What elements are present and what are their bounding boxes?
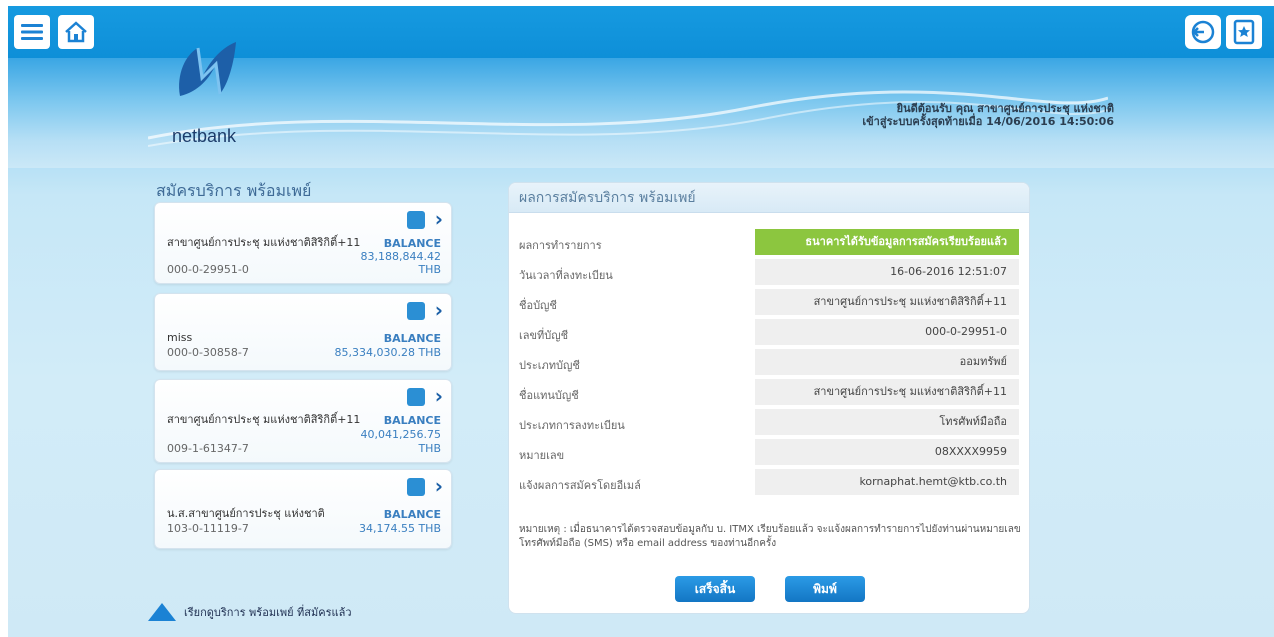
row-label: ชื่อแทนบัญชี [519, 389, 579, 402]
page-title: สมัครบริการ พร้อมเพย์ [156, 181, 312, 200]
bookmark-star-icon [1233, 19, 1255, 45]
favorite-button[interactable] [1226, 15, 1262, 49]
row-label: หมายเลข [519, 449, 565, 462]
result-row: ชื่อแทนบัญชี สาขาศูนย์การประชุ มแห่งชาติ… [519, 379, 1019, 405]
result-panel: ผลการสมัครบริการ พร้อมเพย์ ผลการทำรายการ… [508, 182, 1030, 614]
balance-value: 85,334,030.28 THB [334, 346, 441, 359]
row-value: 16-06-2016 12:51:07 [755, 259, 1019, 285]
ktb-icon [407, 478, 425, 496]
ktb-icon [407, 302, 425, 320]
account-name: miss [167, 331, 193, 344]
netbank-logo [179, 42, 236, 96]
print-button[interactable]: พิมพ์ [785, 576, 865, 602]
logout-icon [1191, 20, 1215, 44]
result-row: ชื่อบัญชี สาขาศูนย์การประชุ มแห่งชาติสิร… [519, 289, 1019, 315]
account-number: 103-0-11119-7 [167, 522, 249, 535]
row-label: แจ้งผลการสมัครโดยอีเมล์ [519, 479, 641, 492]
balance-label: BALANCE [383, 508, 441, 521]
account-card[interactable]: › miss 000-0-30858-7 BALANCE 85,334,030.… [154, 293, 452, 371]
row-label: ผลการทำรายการ [519, 239, 602, 252]
row-value: ออมทรัพย์ [755, 349, 1019, 375]
result-row: ประเภทการลงทะเบียน โทรศัพท์มือถือ [519, 409, 1019, 435]
account-card[interactable]: › สาขาศูนย์การประชุ มแห่งชาติสิริกิติ์+1… [154, 202, 452, 284]
chevron-right-icon: › [434, 298, 443, 322]
ktb-icon [407, 388, 425, 406]
ktb-icon [407, 211, 425, 229]
row-value: โทรศัพท์มือถือ [755, 409, 1019, 435]
row-label: ชื่อบัญชี [519, 299, 557, 312]
result-row: วันเวลาที่ลงทะเบียน 16-06-2016 12:51:07 [519, 259, 1019, 285]
welcome-message: ยินดีต้อนรับ คุณ สาขาศูนย์การประชุ แห่งช… [862, 102, 1114, 128]
panel-title: ผลการสมัครบริการ พร้อมเพย์ [509, 183, 1029, 213]
logout-button[interactable] [1185, 15, 1221, 49]
note-text: หมายเหตุ : เมื่อธนาคารได้ตรวจสอบข้อมูลกั… [519, 524, 1021, 549]
view-registered-link[interactable]: เรียกดูบริการ พร้อมเพย์ ที่สมัครแล้ว [148, 603, 352, 621]
result-row: ผลการทำรายการ ธนาคารได้รับข้อมูลการสมัคร… [519, 229, 1019, 255]
account-number: 000-0-30858-7 [167, 346, 249, 359]
home-button[interactable] [58, 15, 94, 49]
balance-label: BALANCE [383, 237, 441, 250]
row-value: 000-0-29951-0 [755, 319, 1019, 345]
row-label: ประเภทการลงทะเบียน [519, 419, 625, 432]
balance-value: 34,174.55 THB [358, 522, 441, 535]
chevron-right-icon: › [434, 207, 443, 231]
account-number: 009-1-61347-7 [167, 442, 249, 455]
row-value: สาขาศูนย์การประชุ มแห่งชาติสิริกิติ์+11 [755, 379, 1019, 405]
account-card[interactable]: › สาขาศูนย์การประชุ มแห่งชาติสิริกิติ์+1… [154, 379, 452, 463]
result-row: แจ้งผลการสมัครโดยอีเมล์ kornaphat.hemt@k… [519, 469, 1019, 495]
account-name: สาขาศูนย์การประชุ มแห่งชาติสิริกิติ์+11 [167, 236, 361, 249]
chevron-right-icon: › [434, 474, 443, 498]
finish-button[interactable]: เสร็จสิ้น [675, 576, 755, 602]
account-name: น.ส.สาขาศูนย์การประชุ แห่งชาติ [167, 507, 325, 520]
balance-label: BALANCE [383, 414, 441, 427]
row-value: สาขาศูนย์การประชุ มแห่งชาติสิริกิติ์+11 [755, 289, 1019, 315]
chevron-right-icon: › [434, 384, 443, 408]
menu-button[interactable] [14, 15, 50, 49]
view-registered-label: เรียกดูบริการ พร้อมเพย์ ที่สมัครแล้ว [184, 606, 352, 619]
row-label: ประเภทบัญชี [519, 359, 580, 372]
balance-label: BALANCE [383, 332, 441, 345]
balance-currency: THB [418, 263, 441, 276]
logo-text: netbank [172, 126, 237, 146]
account-number: 000-0-29951-0 [167, 263, 249, 276]
row-value: 08XXXX9959 [755, 439, 1019, 465]
row-value: kornaphat.hemt@ktb.co.th [755, 469, 1019, 495]
result-row: หมายเลข 08XXXX9959 [519, 439, 1019, 465]
home-icon [65, 21, 87, 43]
account-name: สาขาศูนย์การประชุ มแห่งชาติสิริกิติ์+11 [167, 413, 361, 426]
balance-value: 40,041,256.75 [360, 428, 441, 441]
row-label: เลขที่บัญชี [519, 329, 569, 342]
status-badge: ธนาคารได้รับข้อมูลการสมัครเรียบร้อยแล้ว [755, 229, 1019, 255]
last-login-line: เข้าสู่ระบบครั้งสุดท้ายเมื่อ 14/06/2016 … [862, 115, 1114, 128]
result-row: ประเภทบัญชี ออมทรัพย์ [519, 349, 1019, 375]
row-label: วันเวลาที่ลงทะเบียน [519, 269, 613, 282]
result-row: เลขที่บัญชี 000-0-29951-0 [519, 319, 1019, 345]
balance-value: 83,188,844.42 [360, 250, 441, 263]
app-window: netbank ยินดีต้อนรับ คุณ สาขาศูนย์การประ… [8, 6, 1274, 637]
welcome-line: ยินดีต้อนรับ คุณ สาขาศูนย์การประชุ แห่งช… [896, 102, 1114, 115]
hamburger-menu-icon [21, 24, 43, 40]
account-card[interactable]: › น.ส.สาขาศูนย์การประชุ แห่งชาติ 103-0-1… [154, 469, 452, 549]
balance-currency: THB [418, 442, 441, 455]
triangle-icon [148, 603, 176, 621]
